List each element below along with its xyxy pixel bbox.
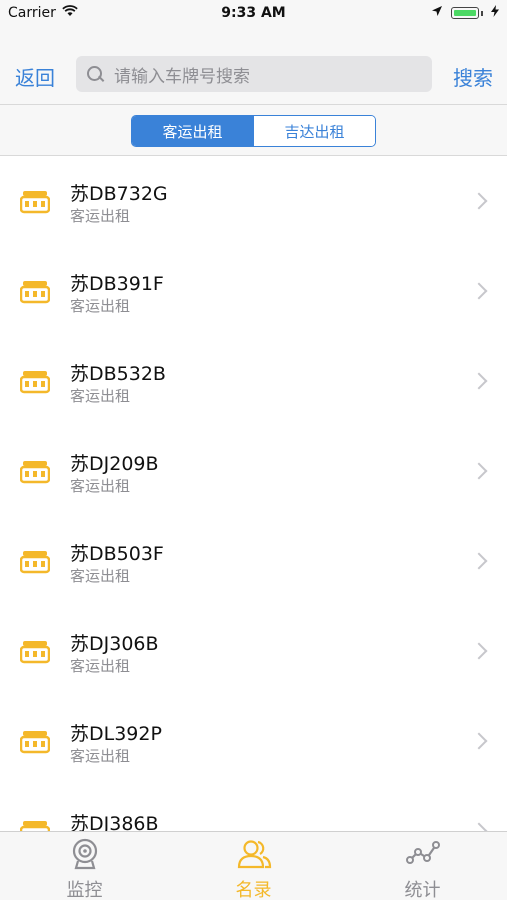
vehicle-type: 客运出租 (70, 387, 131, 405)
list-item[interactable]: 苏DB391F 客运出租 (0, 247, 507, 337)
taxi-icon (19, 280, 51, 304)
chevron-right-icon (470, 372, 488, 390)
segment-jida-taxi[interactable]: 吉达出租 (253, 116, 375, 146)
vehicle-plate: 苏DB532B (70, 363, 166, 385)
nav-bar: 返回 请输入车牌号搜索 搜索 (0, 26, 507, 104)
vehicle-type: 客运出租 (70, 567, 131, 585)
tab-monitor[interactable]: 监控 (0, 832, 169, 901)
tab-label: 统计 (404, 880, 441, 901)
vehicle-plate: 苏DB391F (70, 273, 164, 295)
search-input[interactable]: 请输入车牌号搜索 (76, 56, 432, 92)
taxi-icon (19, 190, 51, 214)
vehicle-type: 客运出租 (70, 477, 131, 495)
tab-statistics[interactable]: 统计 (338, 832, 507, 901)
vehicle-plate: 苏DJ386B (70, 813, 159, 831)
chevron-right-icon (470, 642, 488, 660)
list-item[interactable]: 苏DL392P 客运出租 (0, 697, 507, 787)
vehicle-plate: 苏DJ306B (70, 633, 159, 655)
segment-bar: 客运出租 吉达出租 (0, 104, 507, 156)
taxi-icon (19, 460, 51, 484)
taxi-icon (19, 640, 51, 664)
list-item[interactable]: 苏DB532B 客运出租 (0, 337, 507, 427)
list-item[interactable]: 苏DJ209B 客运出租 (0, 427, 507, 517)
taxi-icon (19, 550, 51, 574)
vehicle-plate: 苏DL392P (70, 723, 162, 745)
tab-bar: 监控 名录 统计 (0, 831, 507, 901)
vehicle-type: 客运出租 (70, 747, 131, 765)
stats-icon (405, 838, 441, 870)
status-right (431, 5, 499, 21)
battery-cap (481, 10, 483, 16)
list-item[interactable]: 苏DJ306B 客运出租 (0, 607, 507, 697)
list-item[interactable]: 苏DB503F 客运出租 (0, 517, 507, 607)
search-button[interactable]: 搜索 (453, 62, 493, 91)
category-segmented-control: 客运出租 吉达出租 (131, 115, 376, 147)
vehicle-plate: 苏DB732G (70, 183, 168, 205)
vehicle-type: 客运出租 (70, 657, 131, 675)
list-item[interactable]: 苏DJ386B 客运出租 (0, 787, 507, 831)
vehicle-plate: 苏DJ209B (70, 453, 159, 475)
chevron-right-icon (470, 282, 488, 300)
taxi-icon (19, 820, 51, 831)
chevron-right-icon (470, 192, 488, 210)
chevron-right-icon (470, 462, 488, 480)
segment-passenger-taxi[interactable]: 客运出租 (132, 116, 253, 146)
camera-icon (67, 838, 103, 870)
contacts-icon (236, 838, 272, 870)
tab-label: 名录 (235, 880, 272, 901)
taxi-icon (19, 730, 51, 754)
list-item[interactable]: 苏DB732G 客运出租 (0, 157, 507, 247)
vehicle-plate: 苏DB503F (70, 543, 164, 565)
vehicle-list: 苏DB732G 客运出租 苏DB391F 客运出租 苏DB532B 客运出租 苏… (0, 157, 507, 831)
status-bar: Carrier 9:33 AM (0, 0, 507, 26)
back-button[interactable]: 返回 (15, 62, 55, 91)
location-arrow-icon (431, 5, 443, 21)
taxi-icon (19, 370, 51, 394)
chevron-right-icon (470, 822, 488, 831)
charging-icon (491, 5, 499, 21)
chevron-right-icon (470, 732, 488, 750)
tab-label: 监控 (66, 880, 103, 901)
chevron-right-icon (470, 552, 488, 570)
tab-directory[interactable]: 名录 (169, 832, 338, 901)
vehicle-type: 客运出租 (70, 207, 131, 225)
search-placeholder: 请输入车牌号搜索 (114, 66, 250, 87)
vehicle-type: 客运出租 (70, 297, 131, 315)
battery-icon (451, 7, 479, 19)
search-icon (86, 65, 105, 83)
